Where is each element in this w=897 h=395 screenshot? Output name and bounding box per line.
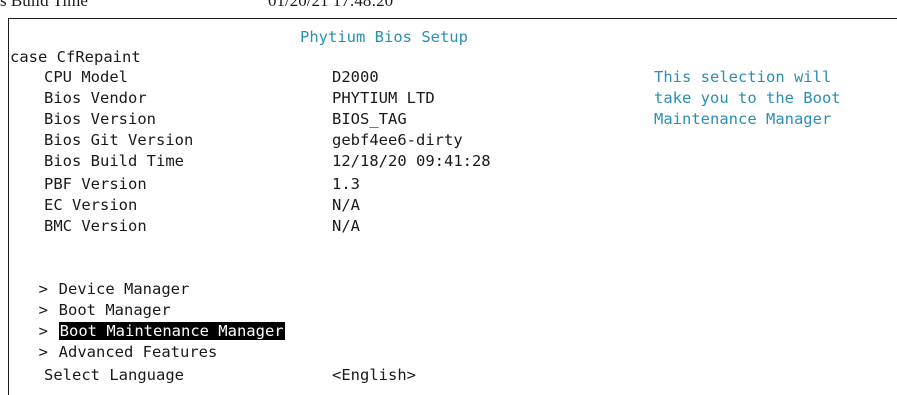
info-value: PHYTIUM LTD (332, 89, 435, 107)
select-language-label: Select Language (44, 366, 184, 384)
info-row-pbf-version: PBF Version 1.3 (0, 174, 897, 194)
info-value: 1.3 (332, 175, 360, 193)
info-label: Bios Build Time (44, 152, 184, 170)
info-label: EC Version (44, 196, 138, 214)
info-row-bios-build-time: Bios Build Time 12/18/20 09:41:28 (0, 151, 897, 171)
info-row-bmc-version: BMC Version N/A (0, 216, 897, 236)
info-value: BIOS_TAG (332, 110, 407, 128)
info-label: BMC Version (44, 217, 147, 235)
info-label: Bios Vendor (44, 89, 147, 107)
info-row-bios-git-version: Bios Git Version gebf4ee6-dirty (0, 130, 897, 150)
help-text-line: take you to the Boot (654, 89, 841, 107)
info-value: D2000 (332, 68, 379, 86)
info-label: CPU Model (44, 68, 128, 86)
cutoff-header-value: 01/20/21 17:48:20 (268, 0, 394, 10)
select-language-dropdown[interactable]: <English> (332, 365, 416, 385)
submenu-arrow-icon: > (38, 343, 49, 361)
help-text-line: This selection will (654, 68, 832, 86)
info-label: PBF Version (44, 175, 147, 193)
case-label: case CfRepaint (10, 48, 141, 66)
info-value: N/A (332, 217, 360, 235)
menu-item-label: Advanced Features (58, 343, 218, 361)
info-label: Bios Version (44, 110, 156, 128)
page-title: Phytium Bios Setup (300, 28, 468, 46)
info-value: N/A (332, 196, 360, 214)
cutoff-header-label: s Build Time (0, 0, 88, 10)
info-row-ec-version: EC Version N/A (0, 195, 897, 215)
info-value: 12/18/20 09:41:28 (332, 152, 491, 170)
info-label: Bios Git Version (44, 131, 194, 149)
menu-item-advanced-features[interactable]: > Advanced Features (20, 322, 218, 362)
help-text-line: Maintenance Manager (654, 110, 832, 128)
info-value: gebf4ee6-dirty (332, 131, 463, 149)
